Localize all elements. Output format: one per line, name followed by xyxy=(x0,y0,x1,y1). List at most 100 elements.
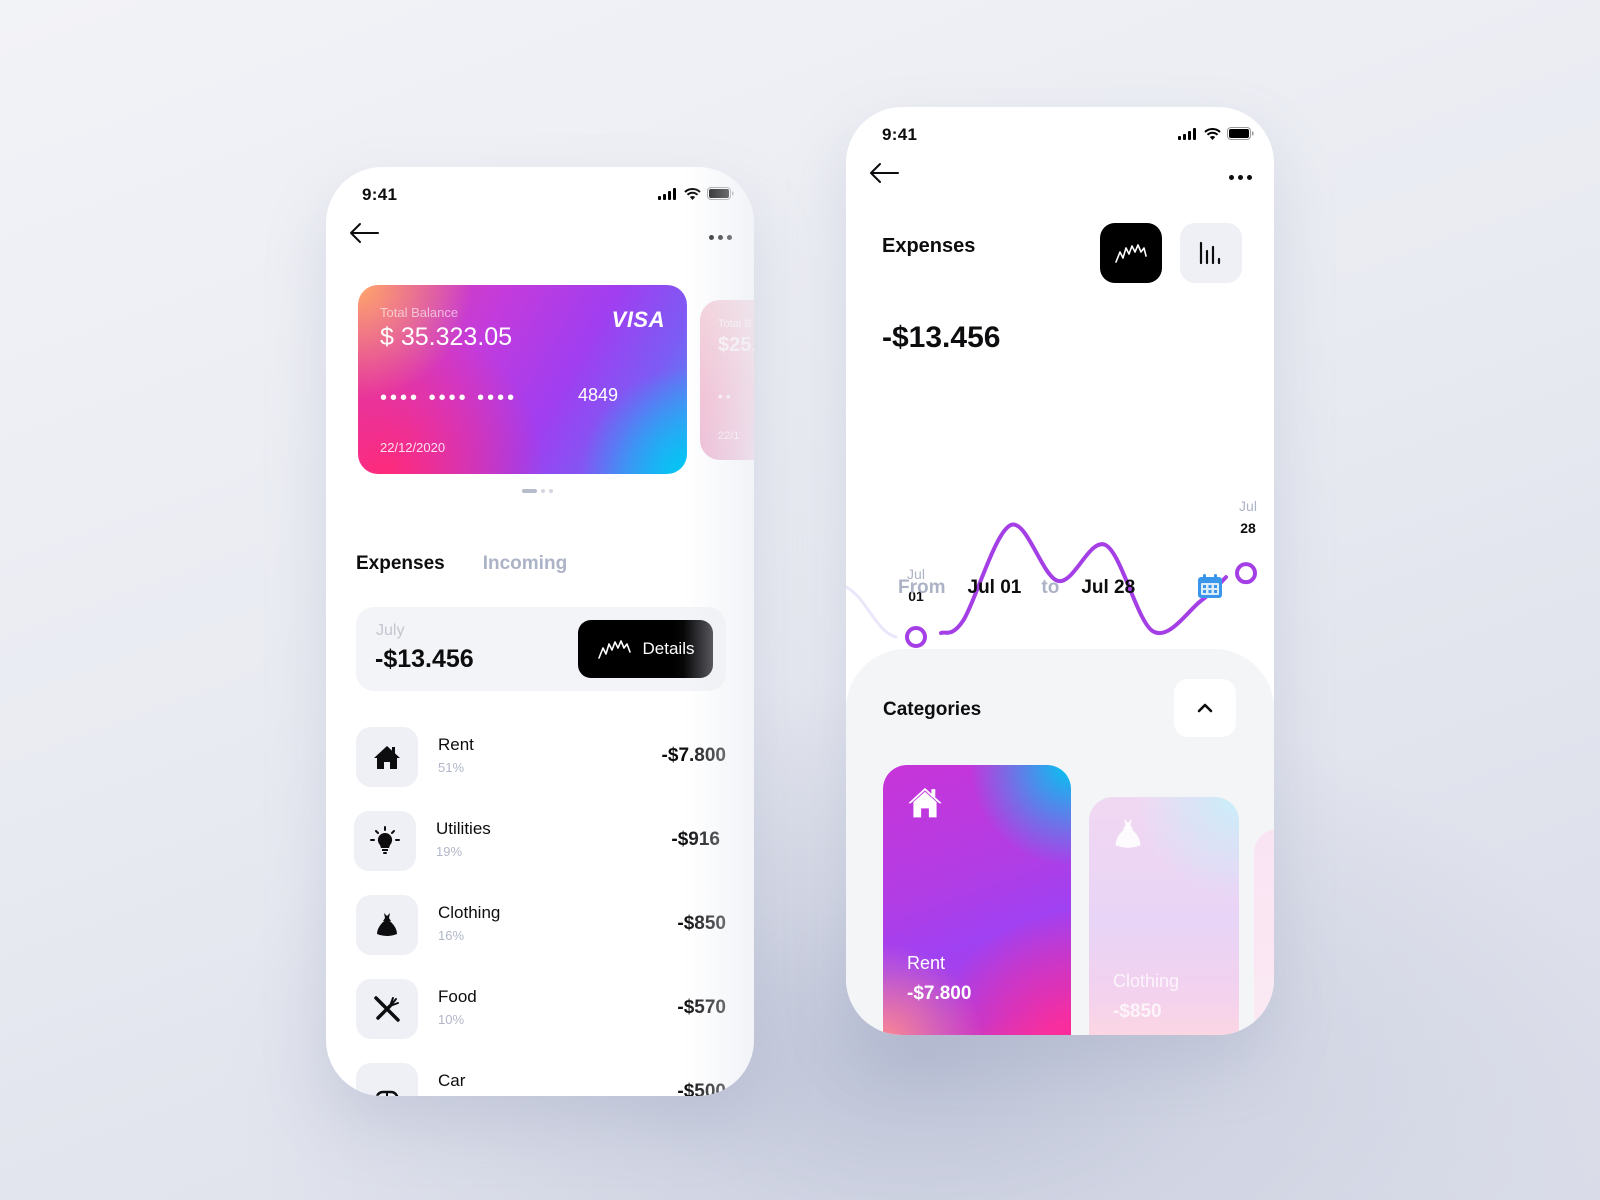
expense-item-utilities[interactable]: Utilities 19% -$916 xyxy=(354,811,726,873)
expense-item-clothing[interactable]: Clothing 16% -$850 xyxy=(356,895,726,957)
line-chart-icon xyxy=(597,640,631,659)
line-chart-icon xyxy=(1115,244,1147,263)
category-card-next[interactable] xyxy=(1254,829,1274,1035)
house-icon xyxy=(908,787,942,818)
line-chart-toggle[interactable] xyxy=(1100,223,1162,283)
status-time: 9:41 xyxy=(882,125,918,144)
expense-name: Utilities xyxy=(436,819,491,838)
expense-item-car[interactable]: Car -$500 xyxy=(356,1063,726,1096)
chart-end-month-label: Jul xyxy=(1239,498,1257,514)
category-card-rent[interactable]: Rent -$7.800 xyxy=(883,765,1071,1035)
from-label: From xyxy=(898,577,946,598)
expense-name: Clothing xyxy=(438,903,501,922)
pager-dot-active[interactable] xyxy=(522,489,537,493)
signal-icon xyxy=(658,187,676,200)
summary-month: July xyxy=(376,622,405,639)
more-horizontal-icon xyxy=(708,234,714,240)
expense-name: Car xyxy=(438,1071,466,1090)
tab-incoming[interactable]: Incoming xyxy=(483,553,567,575)
status-bar: 9:41 xyxy=(326,167,754,217)
nav-bar xyxy=(326,219,754,259)
expense-percent: 10% xyxy=(438,1012,465,1027)
card-number-masked: •••• •••• •••• xyxy=(380,387,518,409)
more-horizontal-icon xyxy=(1228,174,1234,180)
expense-name: Food xyxy=(438,987,477,1006)
bar-chart-icon xyxy=(1199,241,1221,265)
card-number-masked: •• xyxy=(718,388,734,404)
card-balance: $25. xyxy=(718,334,754,356)
battery-icon xyxy=(707,187,734,200)
category-card-clothing[interactable]: Clothing -$850 xyxy=(1089,797,1239,1035)
total-expenses: -$13.456 xyxy=(882,321,1001,354)
dress-icon xyxy=(377,913,397,936)
expense-amount: -$570 xyxy=(677,997,726,1018)
card-last4: 4849 xyxy=(578,385,619,405)
phone-cards-screen: 9:41 Total Balance $ 35.323.05 VISA ••••… xyxy=(326,167,754,1096)
back-button[interactable] xyxy=(348,221,384,253)
expense-percent: 19% xyxy=(436,844,463,859)
to-label: to xyxy=(1041,577,1060,598)
expense-percent: 16% xyxy=(438,928,465,943)
summary-amount: -$13.456 xyxy=(375,645,474,673)
card-balance-label: Total B xyxy=(718,318,752,330)
card-balance-label: Total Balance xyxy=(380,305,459,320)
card-date: 22/12/2020 xyxy=(380,440,446,455)
expense-amount: -$916 xyxy=(671,829,720,850)
pager-dot[interactable] xyxy=(549,489,553,493)
page-title: Expenses xyxy=(882,235,976,257)
card-date: 22/1 xyxy=(718,430,740,442)
expense-item-food[interactable]: Food 10% -$570 xyxy=(356,979,726,1041)
details-label: Details xyxy=(642,639,695,658)
battery-icon xyxy=(1227,127,1254,140)
signal-icon xyxy=(1178,127,1196,140)
categories-title: Categories xyxy=(883,699,982,720)
card-balance: $ 35.323.05 xyxy=(380,323,513,351)
more-button[interactable] xyxy=(706,227,734,247)
chart-start-point[interactable] xyxy=(905,626,927,648)
collapse-categories-button[interactable] xyxy=(1174,679,1236,737)
categories-panel: Categories Rent -$7.800 Clothing -$850 xyxy=(846,649,1274,1035)
lightbulb-icon xyxy=(370,826,400,854)
status-bar: 9:41 xyxy=(846,107,1274,157)
expense-amount: -$850 xyxy=(677,913,726,934)
chart-end-point[interactable] xyxy=(1235,562,1257,585)
from-date[interactable]: Jul 01 xyxy=(968,577,1022,599)
back-button[interactable] xyxy=(868,161,904,193)
date-range: From Jul 01 to Jul 28 xyxy=(898,577,1135,599)
phone-expenses-detail-screen: 9:41 Expenses -$13.456 Jul 01 Jul 28 Fro… xyxy=(846,107,1274,1035)
to-date[interactable]: Jul 28 xyxy=(1081,577,1135,599)
chevron-up-icon xyxy=(1197,703,1213,713)
details-button[interactable]: Details xyxy=(578,620,713,678)
status-time: 9:41 xyxy=(362,185,398,204)
visa-card[interactable]: Total Balance $ 35.323.05 VISA •••• ••••… xyxy=(358,285,687,474)
wifi-icon xyxy=(1204,127,1221,140)
dress-icon xyxy=(1115,819,1141,848)
nav-bar xyxy=(846,159,1274,199)
monthly-summary: July -$13.456 Details xyxy=(356,607,726,691)
wifi-icon xyxy=(684,187,701,200)
calendar-icon xyxy=(1198,574,1222,598)
category-name: Rent xyxy=(907,953,946,973)
more-button[interactable] xyxy=(1226,167,1254,187)
next-card[interactable]: Total B $25. •• 22/1 xyxy=(700,300,754,460)
pager-dot[interactable] xyxy=(541,489,545,493)
bar-chart-toggle[interactable] xyxy=(1180,223,1242,283)
expense-amount: -$500 xyxy=(677,1081,726,1096)
expense-amount: -$7.800 xyxy=(661,745,726,766)
calendar-button[interactable] xyxy=(1196,572,1224,600)
house-icon xyxy=(374,746,400,769)
category-amount: -$7.800 xyxy=(907,983,972,1004)
expenses-line-chart[interactable]: Jul 01 Jul 28 xyxy=(846,377,1274,667)
expense-name: Rent xyxy=(438,735,474,754)
car-icon xyxy=(375,1090,399,1096)
arrow-left-icon xyxy=(870,163,899,183)
arrow-left-icon xyxy=(350,223,379,243)
utensils-icon xyxy=(374,996,400,1022)
tab-bar: Expenses Incoming xyxy=(356,553,567,575)
category-name: Clothing xyxy=(1113,971,1180,991)
card-pager[interactable] xyxy=(522,489,553,493)
visa-logo: VISA xyxy=(611,307,665,332)
expense-item-rent[interactable]: Rent 51% -$7.800 xyxy=(356,727,726,789)
chart-end-day-label: 28 xyxy=(1240,520,1256,536)
tab-expenses[interactable]: Expenses xyxy=(356,553,445,575)
